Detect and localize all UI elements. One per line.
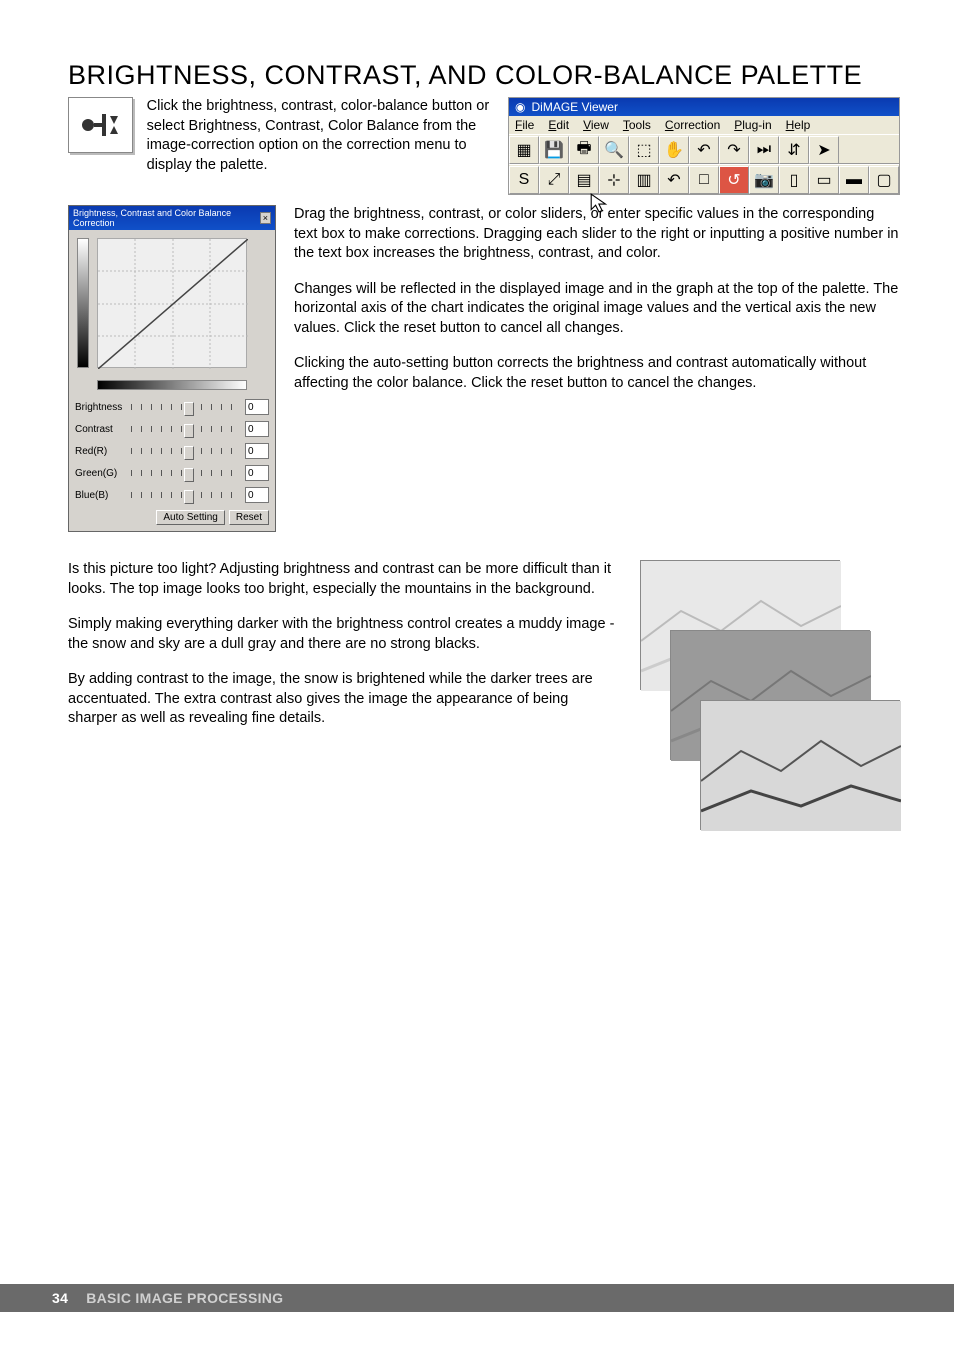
slider-row-brightness: Brightness xyxy=(69,396,275,418)
slider-track[interactable] xyxy=(131,464,241,482)
snapshot-active-icon[interactable]: ↺ xyxy=(719,166,749,194)
reset-button[interactable]: Reset xyxy=(229,510,269,525)
menubar: File Edit View Tools Correction Plug-in … xyxy=(509,116,899,134)
flip-icon[interactable]: ⇵ xyxy=(779,136,809,164)
slider-thumb[interactable] xyxy=(184,424,194,438)
slider-row-blue(b): Blue(B) xyxy=(69,484,275,506)
auto-setting-button[interactable]: Auto Setting xyxy=(156,510,224,525)
footer-section: BASIC IMAGE PROCESSING xyxy=(86,1290,283,1306)
example-photo-stack xyxy=(640,560,900,860)
slider-track[interactable] xyxy=(131,486,241,504)
app-titlebar: ◉ DiMAGE Viewer xyxy=(509,98,899,116)
curve-icon[interactable]: ⤢ xyxy=(539,166,569,194)
intro-paragraph: Click the brightness, contrast, color-ba… xyxy=(147,97,494,195)
toolbar-1: ▦💾🖶🔍⬚✋↶↷⏭⇵➤ xyxy=(509,134,899,164)
arrow-icon[interactable]: ➤ xyxy=(809,136,839,164)
menu-tools[interactable]: Tools xyxy=(623,118,651,132)
redo-icon[interactable]: □ xyxy=(689,166,719,194)
rotate-left-icon[interactable]: ↶ xyxy=(689,136,719,164)
app-icon: ◉ xyxy=(515,100,525,114)
slider-label: Blue(B) xyxy=(75,490,127,501)
menu-edit[interactable]: Edit xyxy=(548,118,569,132)
slider-thumb[interactable] xyxy=(184,490,194,504)
app-title: DiMAGE Viewer xyxy=(531,100,617,114)
film-icon[interactable]: ▬ xyxy=(839,166,869,194)
page-footer: 34 BASIC IMAGE PROCESSING xyxy=(0,1284,954,1312)
body-paragraph-3: Clicking the auto-setting button correct… xyxy=(294,354,900,393)
slider-row-red(r): Red(R) xyxy=(69,440,275,462)
slider-value-input[interactable] xyxy=(245,487,269,503)
menu-file[interactable]: File xyxy=(515,118,534,132)
hand-icon[interactable]: ✋ xyxy=(659,136,689,164)
correction-palette: Brightness, Contrast and Color Balance C… xyxy=(68,205,276,532)
slider-label: Contrast xyxy=(75,424,127,435)
menu-help[interactable]: Help xyxy=(786,118,811,132)
print-icon[interactable]: 🖶 xyxy=(569,136,599,164)
slider-value-input[interactable] xyxy=(245,465,269,481)
camera-icon[interactable]: 📷 xyxy=(749,166,779,194)
lower-paragraph-3: By adding contrast to the image, the sno… xyxy=(68,670,620,729)
app-window: ◉ DiMAGE Viewer File Edit View Tools Cor… xyxy=(508,97,900,195)
slider-label: Green(G) xyxy=(75,468,127,479)
slider-track[interactable] xyxy=(131,420,241,438)
palette-title: Brightness, Contrast and Color Balance C… xyxy=(73,208,260,228)
sliders-icon[interactable]: ⊹ xyxy=(599,166,629,194)
palette-button-thumbnail xyxy=(68,97,133,153)
slider-track[interactable] xyxy=(131,398,241,416)
tone-curve-graph xyxy=(97,238,247,368)
skip-icon[interactable]: ⏭ xyxy=(749,136,779,164)
contrast-icon[interactable]: ▤ xyxy=(569,166,599,194)
slider-value-input[interactable] xyxy=(245,399,269,415)
slider-thumb[interactable] xyxy=(184,402,194,416)
close-icon[interactable]: × xyxy=(260,212,271,224)
menu-correction[interactable]: Correction xyxy=(665,118,720,132)
variations-icon[interactable]: ▥ xyxy=(629,166,659,194)
vertical-gradient xyxy=(77,238,89,368)
page-title: BRIGHTNESS, CONTRAST, AND COLOR-BALANCE … xyxy=(68,60,900,91)
slider-row-green(g): Green(G) xyxy=(69,462,275,484)
slider-row-contrast: Contrast xyxy=(69,418,275,440)
page-number: 34 xyxy=(52,1290,68,1306)
photo-contrast xyxy=(700,700,900,830)
toolbar-2: S⤢▤⊹▥↶□↺📷▯▭▬▢ xyxy=(509,164,899,194)
slider-value-input[interactable] xyxy=(245,421,269,437)
sharpen-icon[interactable]: S xyxy=(509,166,539,194)
lower-paragraph-1: Is this picture too light? Adjusting bri… xyxy=(68,560,620,599)
body-paragraph-2: Changes will be reflected in the display… xyxy=(294,280,900,339)
zoom-icon[interactable]: 🔍 xyxy=(599,136,629,164)
slider-track[interactable] xyxy=(131,442,241,460)
slider-thumb[interactable] xyxy=(184,446,194,460)
horizontal-gradient xyxy=(97,380,247,390)
thumbnails-icon[interactable]: ▦ xyxy=(509,136,539,164)
undo-icon[interactable]: ↶ xyxy=(659,166,689,194)
slider-value-input[interactable] xyxy=(245,443,269,459)
slider-thumb[interactable] xyxy=(184,468,194,482)
slider-label: Brightness xyxy=(75,402,127,413)
save-icon[interactable]: 💾 xyxy=(539,136,569,164)
slider-label: Red(R) xyxy=(75,446,127,457)
compare-b-icon[interactable]: ▭ xyxy=(809,166,839,194)
menu-view[interactable]: View xyxy=(583,118,609,132)
lower-paragraph-2: Simply making everything darker with the… xyxy=(68,615,620,654)
monitor-icon[interactable]: ▢ xyxy=(869,166,899,194)
marquee-icon[interactable]: ⬚ xyxy=(629,136,659,164)
compare-a-icon[interactable]: ▯ xyxy=(779,166,809,194)
rotate-right-icon[interactable]: ↷ xyxy=(719,136,749,164)
menu-plugin[interactable]: Plug-in xyxy=(734,118,771,132)
